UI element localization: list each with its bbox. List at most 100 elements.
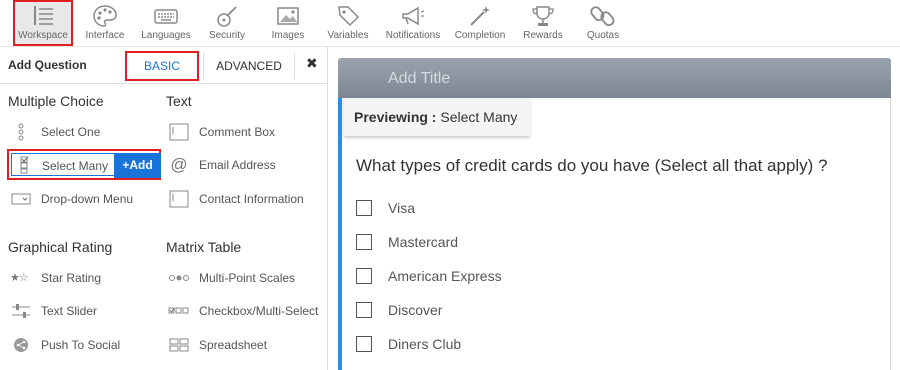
toolbar-languages[interactable]: Languages [138, 0, 194, 46]
preview-area: Add Title Previewing : Select Many What … [338, 58, 891, 370]
toolbar-label: Workspace [18, 30, 68, 41]
at-sign-icon: @ [170, 155, 188, 174]
guitar-icon [217, 6, 237, 27]
question-type-select-one[interactable]: Select One [10, 121, 100, 143]
checkbox[interactable] [356, 200, 372, 216]
checkbox[interactable] [356, 234, 372, 250]
question-type-label: Drop-down Menu [41, 192, 134, 206]
text-box-icon [168, 123, 190, 141]
trophy-icon [532, 6, 554, 26]
add-question-panel: Add Question BASIC ADVANCED ✖ Multiple C… [0, 47, 328, 370]
add-question-button[interactable]: +Add [114, 153, 161, 178]
question-type-multi-point-scales[interactable]: Multi-Point Scales [168, 267, 295, 289]
question-type-label: Text Slider [41, 304, 98, 318]
option-label: Visa [388, 200, 415, 216]
top-toolbar: Workspace Interface Languages Security I… [0, 0, 900, 47]
question-type-checkbox-multi-select[interactable]: Checkbox/Multi-Select [168, 300, 318, 322]
answer-option[interactable]: Diners Club [356, 334, 461, 354]
toolbar-label: Security [208, 30, 246, 41]
toolbar-label: Completion [454, 30, 506, 41]
share-icon [10, 336, 32, 354]
panel-header: Add Question BASIC ADVANCED ✖ [0, 47, 328, 84]
radio-list-icon [10, 123, 32, 141]
question-type-label: Spreadsheet [199, 338, 268, 352]
megaphone-icon [402, 6, 425, 26]
magic-wand-icon [470, 6, 490, 26]
section-title-graphical-rating: Graphical Rating [8, 239, 113, 255]
add-title-placeholder: Add Title [388, 70, 451, 87]
checkbox-list-icon [17, 156, 35, 174]
toolbar-label: Variables [327, 30, 369, 41]
previewing-label: Previewing : [354, 109, 437, 125]
question-type-spreadsheet[interactable]: Spreadsheet [168, 334, 267, 356]
question-type-select-many[interactable]: Select Many +Add [7, 149, 161, 180]
survey-title-bar[interactable]: Add Title [338, 58, 891, 98]
question-type-label: Checkbox/Multi-Select [199, 304, 319, 318]
chain-link-icon [590, 6, 615, 26]
option-label: American Express [388, 268, 502, 284]
toolbar-label: Quotas [586, 30, 620, 41]
star-icon: ★☆ [10, 272, 29, 284]
toolbar-rewards[interactable]: Rewards [518, 0, 568, 46]
text-box-icon [168, 190, 190, 208]
section-title-matrix-table: Matrix Table [166, 239, 242, 255]
question-type-text-slider[interactable]: Text Slider [10, 300, 97, 322]
question-type-email-address[interactable]: @ Email Address [168, 154, 276, 176]
checkbox[interactable] [356, 336, 372, 352]
tag-icon [338, 6, 360, 27]
toolbar-completion[interactable]: Completion [452, 0, 508, 46]
option-label: Mastercard [388, 234, 459, 250]
panel-title: Add Question [8, 58, 87, 72]
keyboard-icon [154, 9, 178, 24]
question-preview-card: Previewing : Select Many What types of c… [338, 98, 891, 370]
question-type-contact-information[interactable]: Contact Information [168, 188, 304, 210]
option-label: Diners Club [388, 336, 462, 352]
checkbox[interactable] [356, 268, 372, 284]
question-type-label: Select One [41, 125, 101, 139]
question-type-label: Email Address [199, 158, 276, 172]
toolbar-label: Images [271, 30, 305, 41]
toolbar-notifications[interactable]: Notifications [382, 0, 444, 46]
toolbar-images[interactable]: Images [263, 0, 313, 46]
toolbar-interface[interactable]: Interface [80, 0, 130, 46]
previewing-value: Select Many [440, 109, 518, 125]
tab-basic[interactable]: BASIC [125, 51, 199, 81]
tab-advanced[interactable]: ADVANCED [203, 53, 295, 79]
checkbox[interactable] [356, 302, 372, 318]
answer-option[interactable]: Mastercard [356, 232, 458, 252]
toolbar-label: Rewards [523, 30, 563, 41]
question-type-label: Comment Box [199, 125, 276, 139]
toolbar-security[interactable]: Security [202, 0, 252, 46]
answer-option[interactable]: Discover [356, 300, 442, 320]
section-title-text: Text [166, 93, 192, 109]
question-type-label: Multi-Point Scales [199, 271, 296, 285]
toolbar-label: Interface [85, 30, 125, 41]
question-type-label: Star Rating [41, 271, 102, 285]
previewing-badge: Previewing : Select Many [344, 98, 530, 136]
spreadsheet-icon [168, 336, 190, 354]
workspace-icon [34, 6, 53, 25]
section-title-multiple-choice: Multiple Choice [8, 93, 104, 109]
toolbar-variables[interactable]: Variables [323, 0, 373, 46]
toolbar-label: Notifications [385, 30, 441, 41]
slider-icon [10, 302, 32, 320]
question-type-push-to-social[interactable]: Push To Social [10, 334, 120, 356]
question-type-comment-box[interactable]: Comment Box [168, 121, 275, 143]
toolbar-workspace[interactable]: Workspace [13, 0, 73, 46]
radio-row-icon [168, 269, 190, 287]
question-text: What types of credit cards do you have (… [356, 156, 828, 175]
checkbox-row-icon [168, 302, 190, 320]
question-type-label: Contact Information [199, 192, 304, 206]
answer-option[interactable]: American Express [356, 266, 502, 286]
option-label: Discover [388, 302, 443, 318]
answer-option[interactable]: Visa [356, 198, 415, 218]
question-type-dropdown-menu[interactable]: Drop-down Menu [10, 188, 133, 210]
close-icon[interactable]: ✖ [306, 55, 318, 72]
palette-icon [93, 5, 117, 27]
toolbar-label: Languages [141, 30, 191, 41]
image-icon [277, 7, 299, 25]
question-type-label: Select Many [42, 159, 109, 173]
dropdown-icon [10, 190, 32, 208]
toolbar-quotas[interactable]: Quotas [578, 0, 628, 46]
question-type-star-rating[interactable]: ★☆ Star Rating [10, 267, 101, 289]
